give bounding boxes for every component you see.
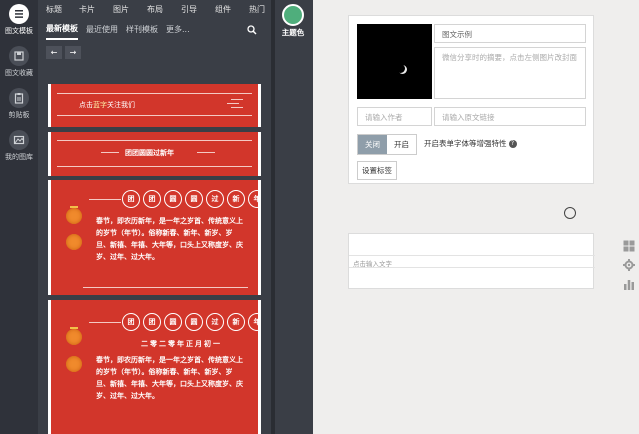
title-char: 团: [122, 313, 140, 331]
divider: [89, 322, 121, 323]
follow-text-post: 关注我们: [107, 101, 135, 109]
lantern-icon: [66, 234, 82, 250]
title-char: 圆: [185, 190, 203, 208]
help-icon[interactable]: ?: [508, 140, 517, 148]
cover-image[interactable]: [357, 24, 432, 99]
tab-layout[interactable]: 布局: [138, 0, 172, 20]
tab-hot[interactable]: 热门: [240, 0, 274, 20]
title-char: 团: [143, 313, 161, 331]
rail-label: 图文收藏: [5, 69, 33, 77]
left-rail: 图文模板 图文收藏 剪贴板 我的图库: [0, 0, 38, 434]
set-tags-button[interactable]: 设置标签: [357, 161, 397, 180]
search-icon[interactable]: [247, 25, 257, 38]
tab-sample[interactable]: 样刊模板: [126, 24, 158, 39]
side-toolbar: [623, 240, 635, 297]
lantern-icon: [66, 208, 82, 224]
toggle-description-text: 开启表单字体等增强特性: [424, 139, 507, 148]
title-char: 过: [206, 190, 224, 208]
divider: [83, 287, 248, 288]
editor-text-input[interactable]: 点击输入文字: [349, 255, 595, 268]
tab-image[interactable]: 图片: [104, 0, 138, 20]
divider: [89, 199, 121, 200]
panel-scrollbar[interactable]: [271, 0, 275, 434]
theme-color-swatch: [282, 4, 304, 26]
tab-component[interactable]: 组件: [206, 0, 240, 20]
busy-cursor-icon: [564, 207, 576, 219]
tab-title[interactable]: 标题: [38, 0, 70, 20]
pager-arrows: ← →: [46, 46, 81, 59]
title-circles: 团 团 圆 圆 过 新 年: [122, 190, 261, 208]
template-text: 点击蓝字关注我们: [79, 100, 135, 110]
divider: [57, 93, 252, 94]
rail-item-templates[interactable]: 图文模板: [0, 4, 38, 36]
divider: [57, 115, 252, 116]
tab-more[interactable]: 更多...: [166, 24, 190, 39]
toggle-description: 开启表单字体等增强特性?: [424, 138, 517, 149]
divider: [57, 140, 252, 141]
divider: [101, 152, 119, 153]
editor-card: 点击输入文字: [348, 233, 595, 289]
grid-icon[interactable]: [623, 240, 635, 252]
rail-label: 剪贴板: [8, 111, 30, 119]
title-char: 年: [248, 190, 261, 208]
divider: [197, 152, 215, 153]
gear-icon[interactable]: [623, 259, 635, 271]
tab-card[interactable]: 卡片: [70, 0, 104, 20]
article-title-input[interactable]: 图文示例: [434, 24, 586, 43]
divider: [231, 99, 243, 100]
source-link-input[interactable]: 请输入原文链接: [434, 107, 586, 126]
title-char: 新: [227, 313, 245, 331]
template-body: 春节，即农历新年，是一年之岁首、传统意义上的岁节（年节）。俗称新春、新年、新岁、…: [96, 217, 243, 261]
rail-label: 图文模板: [5, 27, 33, 35]
theme-color-button[interactable]: 主题色: [278, 4, 308, 42]
template-title: 团团圆圆过新年: [125, 149, 174, 157]
title-char: 圆: [164, 190, 182, 208]
list-icon: [9, 4, 29, 24]
template-date: 二零二零年正月初一: [141, 340, 222, 348]
template-new-year-title[interactable]: 团团圆圆过新年: [48, 132, 261, 176]
moon-icon: [396, 64, 405, 73]
title-char: 年: [248, 313, 261, 331]
template-list: 点击蓝字关注我们 团团圆圆过新年 团 团 圆 圆 过 新 年 春节，即农历新年，…: [48, 84, 261, 434]
tab-guide[interactable]: 引导: [172, 0, 206, 20]
title-char: 团: [143, 190, 161, 208]
template-body: 春节，即农历新年，是一年之岁首、传统意义上的岁节（年节）。俗称新春、新年、新岁、…: [96, 356, 243, 400]
divider: [57, 166, 252, 167]
divider: [227, 103, 239, 104]
title-char: 新: [227, 190, 245, 208]
gallery-icon: [9, 130, 29, 150]
rail-item-favorites[interactable]: 图文收藏: [0, 46, 38, 78]
rail-item-gallery[interactable]: 我的图库: [0, 130, 38, 162]
template-new-year-card[interactable]: 团 团 圆 圆 过 新 年 春节，即农历新年，是一年之岁首、传统意义上的岁节（年…: [48, 180, 261, 295]
follow-text-pre: 点击: [79, 101, 93, 109]
follow-text-em: 蓝字: [93, 101, 107, 109]
lantern-icon: [66, 356, 82, 372]
title-char: 过: [206, 313, 224, 331]
title-char: 团: [122, 190, 140, 208]
toggle-off-button[interactable]: 关闭: [358, 135, 387, 154]
enhance-toggle: 关闭 开启: [357, 134, 417, 155]
template-new-year-date-card[interactable]: 团 团 圆 圆 过 新 年 二零二零年正月初一 春节，即农历新年，是一年之岁首、…: [48, 300, 261, 434]
rail-label: 我的图库: [5, 153, 33, 161]
title-char: 圆: [185, 313, 203, 331]
toggle-on-button[interactable]: 开启: [387, 135, 416, 154]
template-follow-us[interactable]: 点击蓝字关注我们: [48, 84, 261, 127]
prev-arrow-button[interactable]: ←: [46, 46, 62, 59]
save-icon: [9, 46, 29, 66]
title-circles: 团 团 圆 圆 过 新 年: [122, 313, 261, 331]
rail-item-clipboard[interactable]: 剪贴板: [0, 88, 38, 120]
next-arrow-button[interactable]: →: [65, 46, 81, 59]
divider: [231, 107, 243, 108]
title-char: 圆: [164, 313, 182, 331]
tab-recent[interactable]: 最近使用: [86, 24, 118, 39]
chart-icon[interactable]: [623, 278, 635, 290]
tab-latest[interactable]: 最新模板: [46, 23, 78, 40]
author-input[interactable]: 请输入作者: [357, 107, 432, 126]
clipboard-icon: [9, 88, 29, 108]
lantern-icon: [66, 329, 82, 345]
theme-color-label: 主题色: [281, 28, 305, 37]
article-settings-card: 图文示例 微信分享时的摘要，点击左侧图片改封面 请输入作者 请输入原文链接 关闭…: [348, 15, 594, 184]
digest-textarea[interactable]: 微信分享时的摘要，点击左侧图片改封面: [434, 47, 586, 99]
